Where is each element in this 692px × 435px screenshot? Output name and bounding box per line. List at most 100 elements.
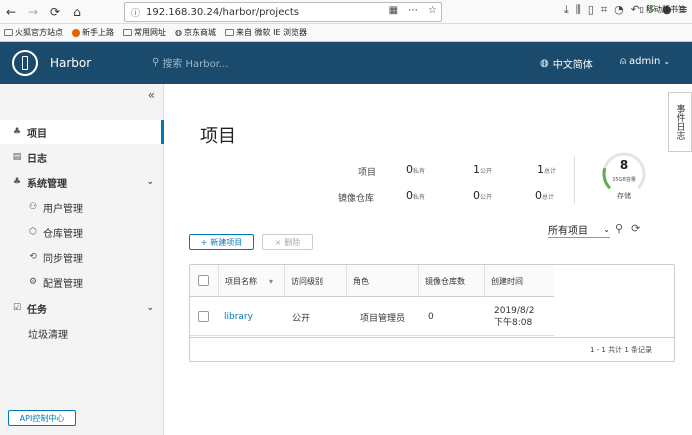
project-filter-select[interactable]: 所有项目 ⌄ bbox=[548, 222, 610, 238]
bookmark-star-icon[interactable]: ☆ bbox=[428, 5, 437, 16]
event-log-tab[interactable]: 事件日志 bbox=[668, 92, 692, 152]
sidebar-item-administration[interactable]: ♣ 系统管理 ⌄ bbox=[0, 170, 164, 194]
storage-capacity: 35GB容量 bbox=[612, 177, 636, 183]
download-icon[interactable]: ⤓ bbox=[564, 3, 569, 17]
registry-icon: ⬡ bbox=[29, 227, 37, 237]
extension-icon[interactable]: ◔ bbox=[614, 3, 624, 17]
stat-projects-label: 项目 bbox=[358, 168, 377, 178]
folder-icon bbox=[123, 29, 132, 36]
collapse-sidebar-icon[interactable]: « bbox=[148, 88, 155, 102]
app-header: Harbor ⚲ 搜索 Harbor... ◍ 中文简体 ⍝ admin ⌄ bbox=[0, 42, 692, 84]
sidebar-item-projects[interactable]: ♣ 项目 bbox=[0, 120, 164, 144]
info-icon[interactable]: ⓘ bbox=[131, 6, 140, 19]
sidebar-item-users[interactable]: ⚇ 用户管理 bbox=[0, 195, 164, 219]
replication-icon: ⟲ bbox=[29, 252, 37, 262]
sidebar: « ♣ 项目 ▤ 日志 ♣ 系统管理 ⌄ ⚇ 用户管理 ⬡ 仓库管理 ⟲ 同步管… bbox=[0, 84, 164, 435]
folder-icon bbox=[224, 29, 234, 36]
stat-repos-total: 0总计 bbox=[535, 189, 555, 202]
library-icon[interactable]: ⫼ bbox=[576, 3, 581, 17]
column-header-created[interactable]: 创建时间 bbox=[484, 265, 554, 297]
sidebar-toggle-icon[interactable]: ▯ bbox=[588, 3, 594, 17]
table-tools: ⚲ ⟳ bbox=[615, 222, 640, 235]
refresh-icon[interactable]: ⟳ bbox=[631, 222, 640, 235]
select-all-checkbox[interactable] bbox=[198, 275, 209, 286]
stat-projects-total: 1总计 bbox=[537, 163, 557, 176]
page-title: 项目 bbox=[200, 126, 236, 147]
search-icon: ⚲ bbox=[152, 57, 160, 68]
url-text: 192.168.30.24/harbor/projects bbox=[146, 6, 299, 18]
chevron-down-icon: ⌄ bbox=[603, 225, 610, 234]
qr-icon[interactable]: ▦ bbox=[389, 5, 398, 16]
sidebar-item-tasks[interactable]: ☑ 任务 ⌄ bbox=[0, 296, 164, 320]
mobile-icon: ▯ bbox=[639, 5, 644, 14]
column-header-name[interactable]: 项目名称 ▾ bbox=[218, 265, 284, 297]
app-title[interactable]: Harbor bbox=[50, 56, 91, 70]
sidebar-item-configuration[interactable]: ⚙ 配置管理 bbox=[0, 270, 164, 294]
global-search[interactable]: ⚲ 搜索 Harbor... bbox=[152, 55, 228, 70]
sidebar-item-replications[interactable]: ⟲ 同步管理 bbox=[0, 245, 164, 269]
back-icon[interactable]: ← bbox=[0, 1, 22, 23]
bookmark-item[interactable]: 新手上路 bbox=[72, 27, 114, 38]
chevron-down-icon: ⌄ bbox=[146, 303, 154, 313]
language-switcher[interactable]: ◍ 中文简体 bbox=[540, 56, 593, 71]
bookmark-item[interactable]: ◍ 京东商城 bbox=[175, 27, 216, 38]
storage-label: 存储 bbox=[617, 192, 631, 200]
storage-value: 8 bbox=[619, 158, 629, 172]
bookmarks-bar: 火狐官方站点 新手上路 常用网址 ◍ 京东商城 来自 微软 IE 浏览器 bbox=[0, 24, 692, 42]
globe-icon: ◍ bbox=[540, 58, 549, 69]
delete-button[interactable]: × 删除 bbox=[262, 234, 313, 250]
table-header: 项目名称 ▾ 访问级别 角色 镜像仓库数 创建时间 bbox=[190, 265, 554, 297]
globe-icon: ◍ bbox=[175, 28, 182, 37]
project-repos: 0 bbox=[428, 312, 434, 322]
stat-projects-private: 0私有 bbox=[406, 163, 426, 176]
address-bar[interactable]: ⓘ 192.168.30.24/harbor/projects ▦ ⋯ ☆ bbox=[124, 2, 442, 22]
page-actions-icon[interactable]: ⋯ bbox=[408, 5, 418, 16]
sidebar-item-registries[interactable]: ⬡ 仓库管理 bbox=[0, 220, 164, 244]
filter-icon[interactable]: ▾ bbox=[269, 277, 273, 286]
plus-icon: + bbox=[200, 237, 208, 247]
api-explorer-button[interactable]: API控制中心 bbox=[8, 410, 76, 426]
table-row: library 公开 项目管理员 0 2019/8/2 下午8:08 bbox=[190, 298, 554, 336]
column-header-role[interactable]: 角色 bbox=[346, 265, 418, 297]
project-icon: ♣ bbox=[12, 127, 22, 137]
undo-icon[interactable]: ↶ bbox=[631, 3, 640, 17]
folder-icon bbox=[4, 29, 13, 36]
table-footer-divider bbox=[190, 337, 674, 338]
search-input[interactable]: 搜索 Harbor... bbox=[162, 55, 228, 70]
reload-icon[interactable]: ⟳ bbox=[44, 1, 66, 23]
column-header-access[interactable]: 访问级别 bbox=[284, 265, 346, 297]
new-project-button[interactable]: + 新建项目 bbox=[189, 234, 254, 250]
mobile-bookmarks[interactable]: ▯ 移动版书签 bbox=[640, 4, 686, 15]
config-icon: ⚙ bbox=[28, 277, 38, 287]
users-icon: ⚇ bbox=[28, 202, 38, 212]
task-icon: ☑ bbox=[12, 303, 22, 313]
bookmark-item[interactable]: 来自 微软 IE 浏览器 bbox=[224, 27, 307, 38]
bookmark-item[interactable]: 常用网址 bbox=[123, 27, 166, 38]
project-name-link[interactable]: library bbox=[218, 298, 253, 336]
project-created: 2019/8/2 下午8:08 bbox=[494, 306, 535, 328]
chevron-down-icon: ⌄ bbox=[146, 177, 154, 187]
stat-projects-public: 1公开 bbox=[473, 163, 493, 176]
bookmark-item[interactable]: 火狐官方站点 bbox=[4, 27, 63, 38]
log-icon: ▤ bbox=[12, 152, 22, 162]
stat-repos-label: 镜像仓库 bbox=[338, 194, 375, 204]
column-header-repos[interactable]: 镜像仓库数 bbox=[418, 265, 484, 297]
stat-repos-private: 0私有 bbox=[406, 189, 426, 202]
admin-icon: ♣ bbox=[12, 177, 22, 187]
stats-divider bbox=[574, 156, 575, 204]
user-menu[interactable]: ⍝ admin ⌄ bbox=[620, 56, 670, 67]
row-checkbox[interactable] bbox=[198, 311, 209, 322]
harbor-logo-icon[interactable] bbox=[12, 50, 38, 76]
screenshot-icon[interactable]: ⌗ bbox=[601, 3, 607, 17]
forward-icon[interactable]: → bbox=[22, 1, 44, 23]
sidebar-item-garbage-collection[interactable]: 垃圾清理 bbox=[0, 321, 164, 345]
search-icon[interactable]: ⚲ bbox=[615, 222, 623, 235]
sidebar-item-logs[interactable]: ▤ 日志 bbox=[0, 145, 164, 169]
project-role: 项目管理员 bbox=[360, 313, 406, 324]
table-footer-count: 1 - 1 共计 1 条记录 bbox=[589, 346, 652, 354]
firefox-icon bbox=[72, 28, 80, 37]
user-icon: ⍝ bbox=[620, 56, 626, 67]
home-icon[interactable]: ⌂ bbox=[66, 1, 88, 23]
stat-repos-public: 0公开 bbox=[473, 189, 493, 202]
close-icon: × bbox=[274, 237, 282, 247]
